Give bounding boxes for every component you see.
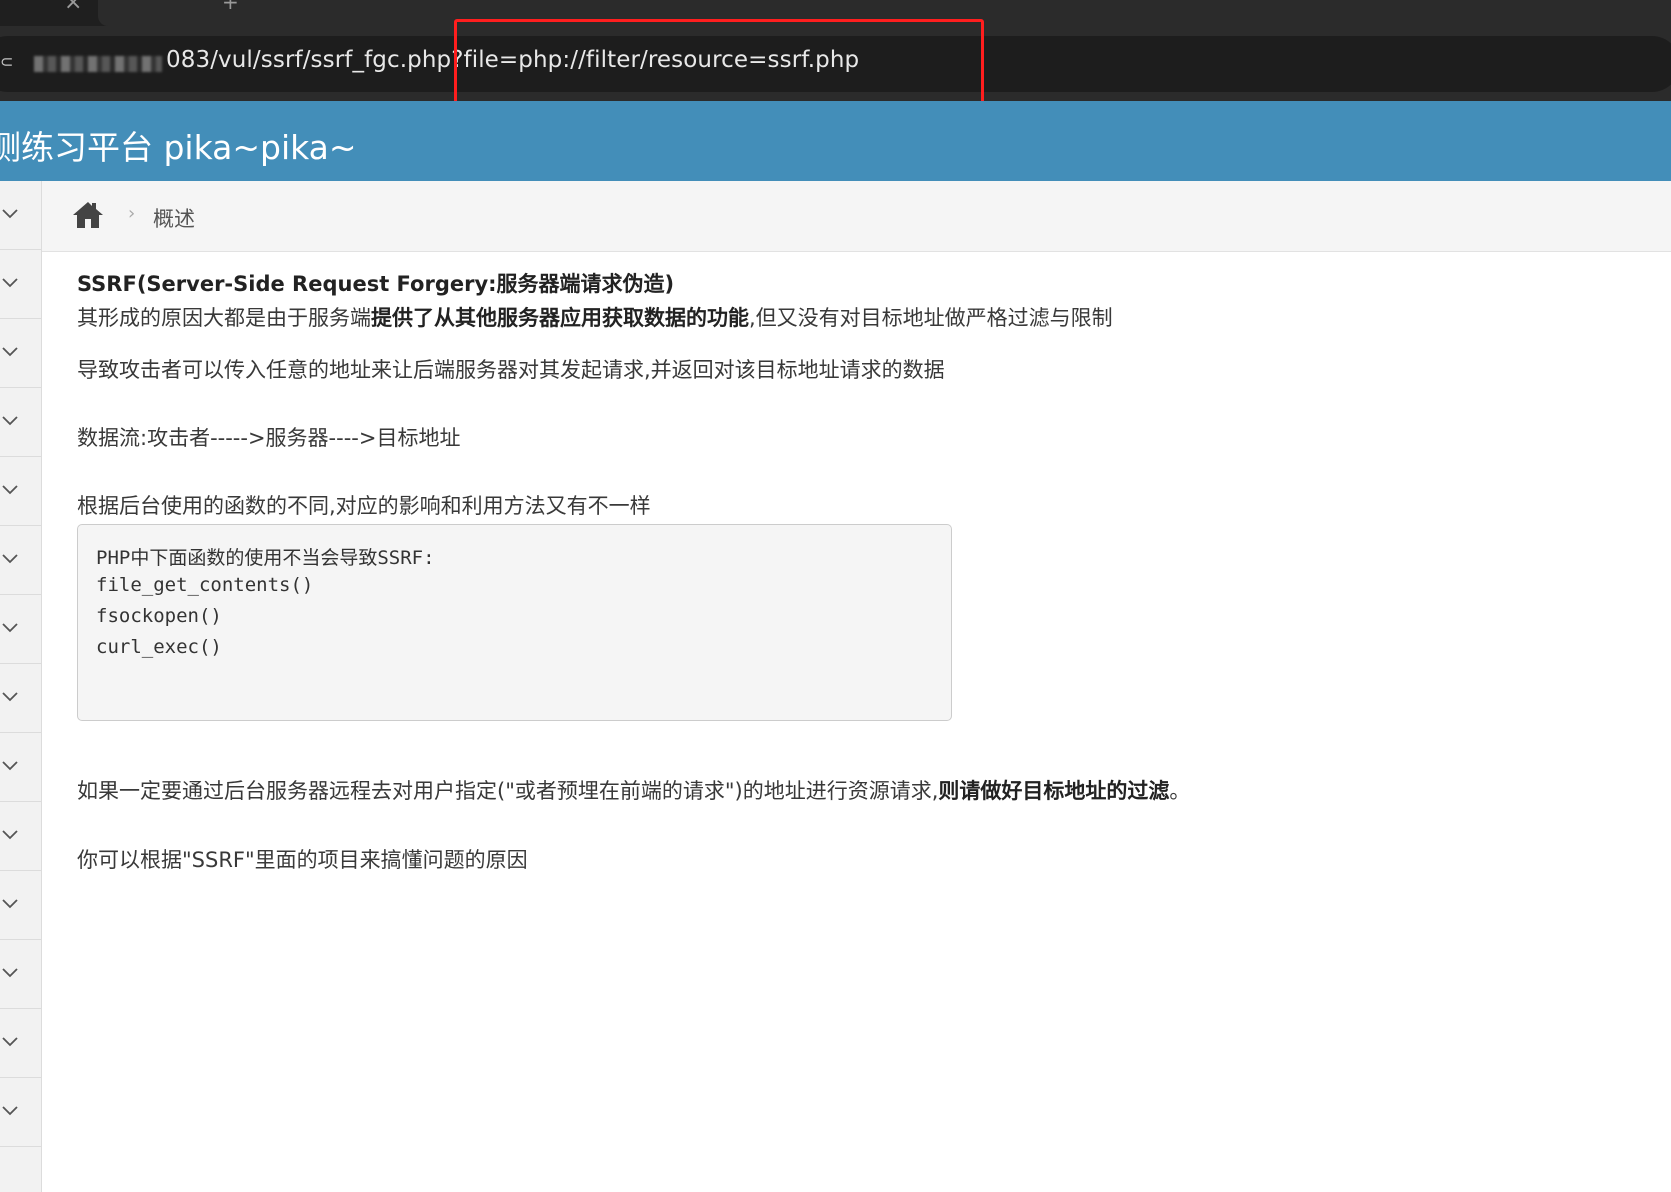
chevron-down-icon [2, 899, 18, 909]
code-line: curl_exec() [96, 636, 222, 658]
chevron-down-icon [2, 761, 18, 771]
sidebar [0, 181, 42, 1192]
site-header: 测练习平台 pika~pika~ [0, 101, 1671, 181]
sidebar-item[interactable] [0, 319, 41, 388]
sidebar-item[interactable] [0, 664, 41, 733]
breadcrumb: › 概述 [42, 181, 1671, 252]
intro-text-1: 其形成的原因大都是由于服务端 [77, 306, 371, 330]
chevron-down-icon [2, 692, 18, 702]
chevron-down-icon [2, 1106, 18, 1116]
sidebar-item[interactable] [0, 1078, 41, 1147]
chevron-down-icon [2, 1037, 18, 1047]
closing-paragraph: 你可以根据"SSRF"里面的项目来搞懂问题的原因 [77, 848, 528, 872]
functions-paragraph: 根据后台使用的函数的不同,对应的影响和利用方法又有不一样 [77, 494, 651, 518]
chevron-down-icon [2, 416, 18, 426]
tab-favicon-icon: + [222, 0, 239, 14]
sidebar-item[interactable] [0, 181, 41, 250]
chevron-down-icon [2, 623, 18, 633]
site-info-icon[interactable]: ⊂ [0, 52, 13, 71]
advice-text-bold: 则请做好目标地址的过滤 [938, 779, 1170, 803]
breadcrumb-separator: › [128, 203, 136, 224]
sidebar-item[interactable] [0, 1009, 41, 1078]
intro-paragraph: 其形成的原因大都是由于服务端提供了从其他服务器应用获取数据的功能,但又没有对目标… [77, 302, 1113, 332]
sidebar-item[interactable] [0, 871, 41, 940]
dataflow-paragraph: 数据流:攻击者----->服务器---->目标地址 [77, 426, 461, 450]
sidebar-item[interactable] [0, 250, 41, 319]
advice-text-2: 。 [1169, 779, 1191, 803]
code-block: PHP中下面函数的使用不当会导致SSRF: file_get_contents(… [77, 524, 952, 721]
chevron-down-icon [2, 209, 18, 219]
chevron-down-icon [2, 554, 18, 564]
chevron-down-icon [2, 347, 18, 357]
redacted-host [34, 56, 162, 72]
advice-text-1: 如果一定要通过后台服务器远程去对用户指定("或者预埋在前端的请求")的地址进行资… [77, 779, 939, 803]
sidebar-item[interactable] [0, 526, 41, 595]
sidebar-item[interactable] [0, 733, 41, 802]
sidebar-item[interactable] [0, 802, 41, 871]
sidebar-item[interactable] [0, 595, 41, 664]
intro-text-2: ,但又没有对目标地址做严格过滤与限制 [749, 306, 1113, 330]
url-highlight-box [454, 19, 984, 108]
chevron-down-icon [2, 968, 18, 978]
code-line: PHP中下面函数的使用不当会导致SSRF: [96, 547, 435, 569]
chevron-down-icon [2, 830, 18, 840]
page-heading: SSRF(Server-Side Request Forgery:服务器端请求伪… [77, 272, 675, 296]
advice-paragraph: 如果一定要通过后台服务器远程去对用户指定("或者预埋在前端的请求")的地址进行资… [77, 775, 1190, 805]
tab-close-icon[interactable]: × [64, 0, 82, 15]
sidebar-item[interactable] [0, 940, 41, 1009]
intro-text-bold: 提供了从其他服务器应用获取数据的功能 [371, 306, 749, 330]
home-icon[interactable] [72, 200, 104, 230]
sidebar-item[interactable] [0, 388, 41, 457]
site-title[interactable]: 测练习平台 pika~pika~ [0, 121, 357, 169]
chevron-down-icon [2, 278, 18, 288]
code-line: fsockopen() [96, 605, 222, 627]
breadcrumb-current: 概述 [153, 207, 195, 231]
chevron-down-icon [2, 485, 18, 495]
attack-paragraph: 导致攻击者可以传入任意的地址来让后端服务器对其发起请求,并返回对该目标地址请求的… [77, 358, 945, 382]
code-line: file_get_contents() [96, 574, 314, 596]
sidebar-item[interactable] [0, 457, 41, 526]
